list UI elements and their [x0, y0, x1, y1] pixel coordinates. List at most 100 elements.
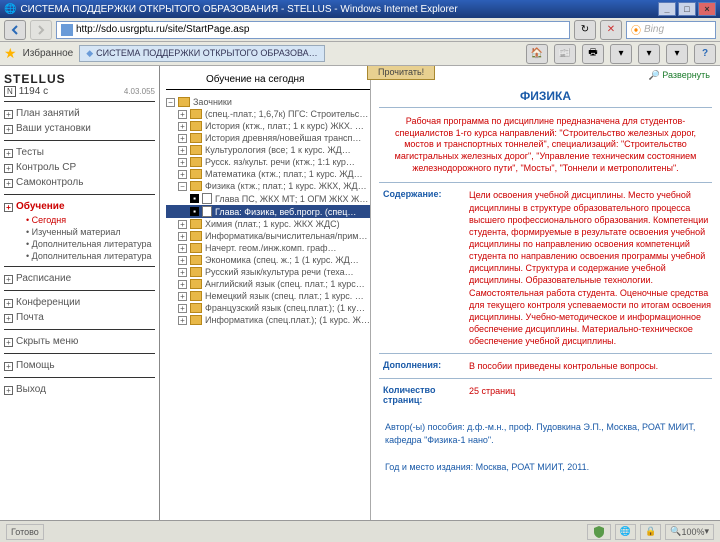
app-id: 1194 с: [19, 86, 48, 97]
folder-icon: [190, 169, 202, 179]
nav-today[interactable]: • Сегодня: [4, 214, 155, 226]
url-field[interactable]: http://sdo.usrgptu.ru/site/StartPage.asp: [56, 21, 570, 39]
nav-conf[interactable]: Конференции: [4, 295, 155, 310]
folder-icon: [190, 133, 202, 143]
app-title: STELLUS: [4, 72, 155, 86]
tree-item[interactable]: +Культурология (все; 1 к курс. ЖД…: [166, 144, 370, 156]
url-text: http://sdo.usrgptu.ru/site/StartPage.asp: [76, 24, 249, 35]
folder-icon: [190, 231, 202, 241]
shield-icon: [592, 525, 606, 539]
tree-item[interactable]: +Математика (ктж.; плат.; 1 курс. ЖД…: [166, 168, 370, 180]
tree-heading: Обучение на сегодня: [166, 74, 370, 85]
folder-icon: [190, 219, 202, 229]
row-key: Дополнения:: [379, 360, 469, 372]
nav-help[interactable]: Помощь: [4, 358, 155, 373]
folder-icon: [190, 291, 202, 301]
detail-panel: Прочитать! 🔎 Развернуть ФИЗИКА Рабочая п…: [370, 66, 720, 520]
folder-icon: [190, 109, 202, 119]
tree-item[interactable]: +Химия (плат.; 1 курс. ЖКХ ЖДС): [166, 218, 370, 230]
tree-item[interactable]: +Русск. яз/культ. речи (ктж.; 1:1 кур…: [166, 156, 370, 168]
forward-button[interactable]: [30, 20, 52, 40]
stop-button[interactable]: ✕: [600, 20, 622, 40]
row-key: Содержание:: [379, 189, 469, 347]
nav-extra1[interactable]: • Дополнительная литература: [4, 238, 155, 250]
feeds-button[interactable]: 📰: [554, 44, 576, 64]
detail-author: Автор(-ы) пособия: д.ф.-м.н., проф. Пудо…: [379, 417, 712, 450]
nav-settings[interactable]: Ваши установки: [4, 121, 155, 136]
tab-label: СИСТЕМА ПОДДЕРЖКИ ОТКРЫТОГО ОБРАЗОВА…: [96, 48, 317, 58]
tree-item[interactable]: +Русский язык/культура речи (теха…: [166, 266, 370, 278]
tab-icon: ◆: [86, 48, 93, 58]
help-button[interactable]: ?: [694, 44, 716, 64]
nav-tests[interactable]: Тесты: [4, 145, 155, 160]
refresh-button[interactable]: ↻: [574, 20, 596, 40]
folder-icon: [190, 267, 202, 277]
safety-button[interactable]: ▾: [638, 44, 660, 64]
tools-button[interactable]: ▾: [666, 44, 688, 64]
window-titlebar: 🌐 СИСТЕМА ПОДДЕРЖКИ ОТКРЫТОГО ОБРАЗОВАНИ…: [0, 0, 720, 18]
print-button[interactable]: 🖶: [582, 44, 604, 64]
status-internet: 🌐: [615, 524, 636, 540]
page-icon: [61, 24, 73, 36]
search-placeholder: Bing: [644, 24, 664, 35]
nav-learning[interactable]: Обучение: [4, 199, 155, 214]
row-value: В пособии приведены контрольные вопросы.: [469, 360, 712, 372]
status-bar: Готово 🌐 🔒 🔍 100% ▾: [0, 520, 720, 542]
tree-root[interactable]: −Заочники: [166, 96, 370, 108]
id-box-icon: N: [4, 86, 16, 97]
nav-studied[interactable]: • Изученный материал: [4, 226, 155, 238]
search-field[interactable]: ⦿Bing: [626, 21, 716, 39]
tree-item[interactable]: +(спец.-плат.; 1,6,7к) ПГС: Строительств…: [166, 108, 370, 120]
tree-item[interactable]: +Экономика (спец. ж.; 1 (1 курс. ЖД…: [166, 254, 370, 266]
bing-icon: ⦿: [631, 22, 641, 37]
tree-item[interactable]: +Немецкий язык (спец. плат.; 1 курс. Ж…: [166, 290, 370, 302]
course-tree: Обучение на сегодня −Заочники +(спец.-пл…: [160, 66, 370, 520]
nav-extra2[interactable]: • Дополнительная литература: [4, 250, 155, 262]
nav-selfcontrol[interactable]: Самоконтроль: [4, 175, 155, 190]
back-button[interactable]: [4, 20, 26, 40]
content-area: Режим просмотра Обучение на сегодня −Зао…: [160, 66, 720, 520]
minimize-button[interactable]: _: [658, 2, 676, 16]
app-version: 4.03.055: [124, 87, 155, 96]
row-value: 25 страниц: [469, 385, 712, 405]
detail-row-additions: Дополнения:В пособии приведены контрольн…: [379, 353, 712, 378]
tree-item[interactable]: +Начерт. геом./инж.комп. граф…: [166, 242, 370, 254]
row-value: Цели освоения учебной дисциплины. Место …: [469, 189, 712, 347]
nav-mail[interactable]: Почта: [4, 310, 155, 325]
tree-item[interactable]: +История (ктж., плат.; 1 к курс) ЖКХ. ЖД…: [166, 120, 370, 132]
folder-icon: [190, 303, 202, 313]
status-protected: 🔒: [640, 524, 661, 540]
tree-subitem[interactable]: ▪Глава ПС, ЖКХ МТ; 1 ОГМ ЖКХ ЖДС: [166, 192, 370, 205]
detail-description: Рабочая программа по дисциплине предназн…: [371, 108, 720, 182]
favorites-star-icon[interactable]: ★: [4, 45, 17, 62]
page-menu-button[interactable]: ▾: [610, 44, 632, 64]
tree-subitem-active[interactable]: ▪Глава: Физика, веб.прогр. (спец…: [166, 205, 370, 218]
nav-plan[interactable]: План занятий: [4, 106, 155, 121]
nav-hide[interactable]: Скрыть меню: [4, 334, 155, 349]
home-button[interactable]: 🏠: [526, 44, 548, 64]
tree-item[interactable]: +Английский язык (спец. плат.; 1 курс…: [166, 278, 370, 290]
tree-item[interactable]: +История древняя/новейшая трансп…: [166, 132, 370, 144]
nav-control[interactable]: Контроль СР: [4, 160, 155, 175]
favorites-label[interactable]: Избранное: [23, 48, 74, 59]
tree-item[interactable]: +Французский язык (спец.плат.); (1 ку…: [166, 302, 370, 314]
browser-toolbar: ★ Избранное ◆СИСТЕМА ПОДДЕРЖКИ ОТКРЫТОГО…: [0, 42, 720, 66]
tree-item[interactable]: +Информатика (спец.плат.); (1 курс. ЖД…: [166, 314, 370, 326]
status-done: Готово: [6, 524, 44, 540]
expand-link[interactable]: 🔎 Развернуть: [649, 70, 710, 80]
row-key: Количество страниц:: [379, 385, 469, 405]
maximize-button[interactable]: □: [678, 2, 696, 16]
nav-exit[interactable]: Выход: [4, 382, 155, 397]
read-button[interactable]: Прочитать!: [367, 66, 435, 80]
status-shield: [587, 524, 611, 540]
browser-tab[interactable]: ◆СИСТЕМА ПОДДЕРЖКИ ОТКРЫТОГО ОБРАЗОВА…: [79, 45, 324, 62]
close-button[interactable]: ×: [698, 2, 716, 16]
status-zoom[interactable]: 🔍 100% ▾: [665, 524, 714, 540]
folder-icon: [190, 243, 202, 253]
tree-item-physics[interactable]: −Физика (ктж.; плат.; 1 курс. ЖКХ, ЖД…: [166, 180, 370, 192]
left-sidebar: STELLUS N1194 с 4.03.055 План занятий Ваш…: [0, 66, 160, 520]
nav-schedule[interactable]: Расписание: [4, 271, 155, 286]
tree-item[interactable]: +Информатика/вычислительная/прим…: [166, 230, 370, 242]
folder-icon: [190, 157, 202, 167]
folder-icon: [190, 145, 202, 155]
